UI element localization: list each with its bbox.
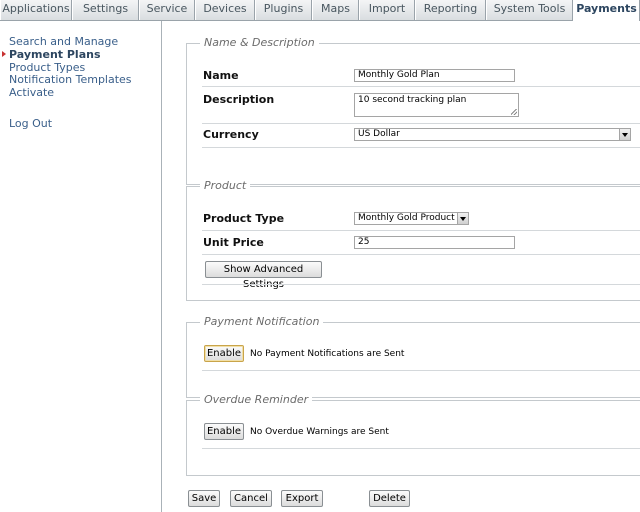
name-description-fieldset: Name & Description Name Monthly Gold Pla…	[186, 37, 640, 185]
overdue-reminder-status: No Overdue Warnings are Sent	[250, 427, 389, 437]
select-button[interactable]	[457, 213, 468, 224]
resize-grip-icon[interactable]	[511, 109, 517, 115]
sidebar: Search and Manage Payment Plans Product …	[0, 21, 162, 512]
sidebar-item-payment-plans[interactable]: Payment Plans	[9, 48, 101, 61]
name-label: Name	[203, 69, 239, 82]
row-divider	[202, 86, 640, 87]
save-button[interactable]: Save	[188, 490, 220, 507]
product-type-value: Monthly Gold Product	[358, 213, 455, 223]
description-text: 10 second tracking plan	[358, 95, 467, 105]
tab-plugins[interactable]: Plugins	[255, 0, 312, 20]
description-textarea[interactable]: 10 second tracking plan	[354, 93, 519, 117]
description-label: Description	[203, 93, 275, 106]
sidebar-item-search-and-manage[interactable]: Search and Manage	[9, 35, 118, 48]
payment-plan-form: Name & Description Name Monthly Gold Pla…	[163, 21, 640, 512]
payment-notification-fieldset: Payment Notification Enable No Payment N…	[186, 316, 640, 398]
enable-overdue-reminder-button[interactable]: Enable	[204, 423, 244, 440]
chevron-down-icon	[622, 133, 628, 137]
row-divider	[202, 448, 640, 449]
current-page-arrow-icon	[2, 51, 6, 57]
row-divider	[202, 123, 640, 124]
currency-value: US Dollar	[358, 129, 400, 139]
sidebar-item-activate[interactable]: Activate	[9, 86, 54, 99]
product-type-label: Product Type	[203, 212, 285, 225]
row-divider	[202, 147, 640, 148]
logout-link[interactable]: Log Out	[9, 117, 52, 130]
sidebar-item-notification-templates[interactable]: Notification Templates	[9, 73, 132, 86]
tab-applications[interactable]: Applications	[0, 0, 72, 20]
unit-price-label: Unit Price	[203, 236, 264, 249]
fieldset-legend: Payment Notification	[200, 316, 324, 328]
payment-notification-status: No Payment Notifications are Sent	[250, 349, 405, 359]
currency-label: Currency	[203, 128, 259, 141]
row-divider	[202, 230, 640, 231]
product-type-select[interactable]: Monthly Gold Product	[354, 212, 469, 225]
product-fieldset: Product Product Type Monthly Gold Produc…	[186, 180, 640, 301]
currency-select[interactable]: US Dollar	[354, 128, 631, 141]
row-divider	[202, 254, 640, 255]
chevron-down-icon	[460, 217, 466, 221]
cancel-button[interactable]: Cancel	[230, 490, 272, 507]
delete-button[interactable]: Delete	[369, 490, 410, 507]
tab-payments[interactable]: Payments	[573, 0, 640, 21]
tab-devices[interactable]: Devices	[195, 0, 255, 20]
tab-settings[interactable]: Settings	[72, 0, 139, 20]
tab-maps[interactable]: Maps	[312, 0, 359, 20]
tab-service[interactable]: Service	[139, 0, 195, 20]
row-divider	[202, 370, 640, 371]
name-input[interactable]: Monthly Gold Plan	[354, 69, 515, 82]
select-button[interactable]	[619, 129, 630, 140]
fieldset-legend: Product	[200, 180, 251, 192]
unit-price-input[interactable]: 25	[354, 236, 515, 249]
tab-system-tools[interactable]: System Tools	[486, 0, 573, 20]
main-tab-bar: Applications Settings Service Devices Pl…	[0, 0, 640, 21]
row-divider	[202, 284, 640, 285]
tab-reporting[interactable]: Reporting	[415, 0, 486, 20]
export-button[interactable]: Export	[281, 490, 323, 507]
show-advanced-settings-button[interactable]: Show Advanced Settings	[205, 261, 322, 290]
overdue-reminder-fieldset: Overdue Reminder Enable No Overdue Warni…	[186, 394, 640, 476]
tab-import[interactable]: Import	[359, 0, 415, 20]
fieldset-legend: Name & Description	[200, 37, 319, 49]
fieldset-legend: Overdue Reminder	[200, 394, 313, 406]
enable-payment-notification-button[interactable]: Enable	[204, 345, 244, 362]
